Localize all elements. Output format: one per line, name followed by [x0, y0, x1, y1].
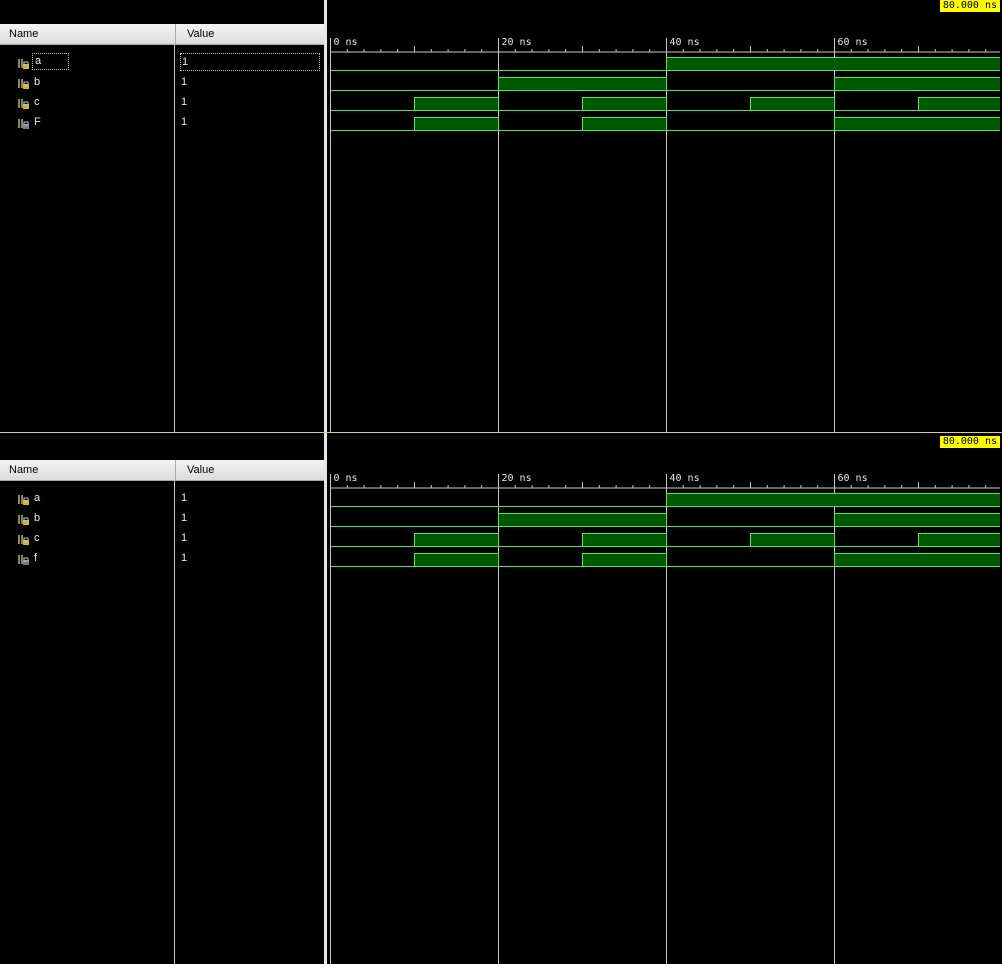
name-column-header[interactable]: Name	[0, 24, 174, 44]
high-level-segment	[666, 57, 1000, 71]
signal-value[interactable]: 1	[180, 512, 188, 524]
waveform-pane-bottom: Name Value a 1 b 1 c 1 f 1 80.000 ns 0 n…	[0, 433, 1002, 964]
input-signal-icon	[18, 513, 29, 525]
signal-row-c[interactable]: c 1	[0, 93, 324, 113]
high-level-segment	[918, 533, 1000, 547]
output-signal-icon	[18, 117, 29, 129]
high-level-segment	[666, 493, 1000, 507]
value-column-header[interactable]: Value	[175, 460, 324, 480]
high-level-segment	[750, 97, 834, 111]
input-signal-icon	[18, 77, 29, 89]
signal-value[interactable]: 1	[180, 53, 320, 71]
signal-name[interactable]: c	[32, 532, 42, 544]
signal-name[interactable]: b	[32, 76, 42, 88]
time-marker-label: 60 ns	[838, 473, 868, 484]
signal-name[interactable]: f	[32, 552, 39, 564]
column-header: Name Value	[0, 460, 324, 481]
signal-row-a[interactable]: a 1	[0, 53, 324, 73]
high-level-segment	[582, 533, 666, 547]
signal-value[interactable]: 1	[180, 96, 188, 108]
waveform-pane-top: Name Value a 1 b 1 c 1 F 1 80.000 ns 0 n…	[0, 0, 1002, 432]
high-level-segment	[414, 533, 498, 547]
signal-row-c[interactable]: c 1	[0, 529, 324, 549]
waveform-area[interactable]: 80.000 ns 0 ns 20 ns 40 ns 60 ns	[327, 0, 1002, 432]
high-level-segment	[414, 553, 498, 567]
signal-row-a[interactable]: a 1	[0, 489, 324, 509]
signal-name[interactable]: c	[32, 96, 42, 108]
time-marker-label: 0 ns	[334, 37, 358, 48]
signal-name[interactable]: b	[32, 512, 42, 524]
high-level-segment	[414, 97, 498, 111]
signal-name[interactable]: a	[32, 492, 42, 504]
signal-list-panel: Name Value a 1 b 1 c 1 f 1	[0, 433, 324, 964]
signal-name[interactable]: a	[32, 53, 69, 70]
waveform-area[interactable]: 80.000 ns 0 ns 20 ns 40 ns 60 ns	[327, 433, 1002, 964]
time-marker-label: 40 ns	[670, 37, 700, 48]
signal-list-panel: Name Value a 1 b 1 c 1 F 1	[0, 0, 324, 432]
high-level-segment	[834, 77, 1000, 91]
high-level-segment	[582, 553, 666, 567]
signal-value[interactable]: 1	[180, 532, 188, 544]
time-marker-label: 0 ns	[334, 473, 358, 484]
signal-row-b[interactable]: b 1	[0, 73, 324, 93]
value-column-header[interactable]: Value	[175, 24, 324, 44]
signal-value[interactable]: 1	[180, 552, 188, 564]
cursor-time-label: 80.000 ns	[939, 436, 1000, 448]
waveform-canvas[interactable]: 0 ns 20 ns 40 ns 60 ns	[327, 433, 1002, 964]
input-signal-icon	[18, 57, 29, 69]
high-level-segment	[498, 513, 666, 527]
signal-name[interactable]: F	[32, 116, 43, 128]
cursor-time-label: 80.000 ns	[939, 0, 1000, 12]
high-level-segment	[834, 513, 1000, 527]
high-level-segment	[498, 77, 666, 91]
output-signal-icon	[18, 553, 29, 565]
time-marker-label: 60 ns	[838, 37, 868, 48]
time-marker-label: 20 ns	[502, 37, 532, 48]
high-level-segment	[414, 117, 498, 131]
high-level-segment	[834, 117, 1000, 131]
signal-row-f[interactable]: F 1	[0, 113, 324, 133]
waveform-canvas[interactable]: 0 ns 20 ns 40 ns 60 ns	[327, 0, 1002, 432]
high-level-segment	[834, 553, 1000, 567]
time-marker-label: 40 ns	[670, 473, 700, 484]
input-signal-icon	[18, 533, 29, 545]
signal-row-f[interactable]: f 1	[0, 549, 324, 569]
high-level-segment	[582, 117, 666, 131]
column-header: Name Value	[0, 24, 324, 45]
high-level-segment	[750, 533, 834, 547]
high-level-segment	[582, 97, 666, 111]
high-level-segment	[918, 97, 1000, 111]
signal-value[interactable]: 1	[180, 76, 188, 88]
signal-value[interactable]: 1	[180, 116, 188, 128]
name-column-header[interactable]: Name	[0, 460, 174, 480]
signal-row-b[interactable]: b 1	[0, 509, 324, 529]
time-marker-label: 20 ns	[502, 473, 532, 484]
signal-value[interactable]: 1	[180, 492, 188, 504]
input-signal-icon	[18, 493, 29, 505]
input-signal-icon	[18, 97, 29, 109]
